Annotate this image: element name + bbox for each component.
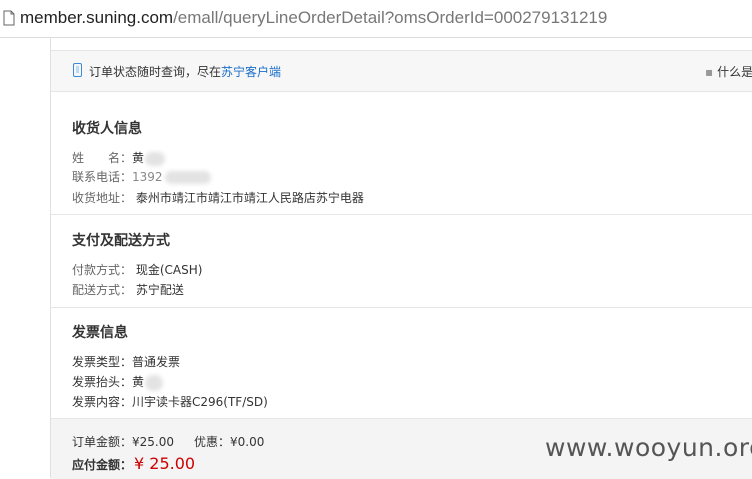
watermark: www.wooyun.org — [545, 433, 752, 462]
bullet-icon: ▪ — [705, 65, 714, 79]
redacted-header-blur — [145, 374, 164, 391]
consignee-address-row: 收货地址： 泰州市靖江市靖江市靖江人民路店苏宁电器 — [72, 189, 364, 206]
pay-value: 现金(CASH) — [135, 263, 203, 277]
delivery-method-row: 配送方式： 苏宁配送 — [72, 281, 184, 298]
order-amount-row: 订单金额：¥25.00 优惠：¥0.00 — [72, 433, 264, 450]
notice-text: 订单状态随时查询，尽在苏宁客户端 — [89, 63, 281, 80]
name-value: 黄 — [132, 151, 145, 165]
pay-label: 付款方式： — [72, 263, 133, 277]
payment-section-title: 支付及配送方式 — [72, 233, 170, 249]
what-is-text: 什么是 — [717, 65, 752, 79]
redacted-phone-blur — [164, 171, 211, 184]
discount-value: ¥0.00 — [230, 435, 265, 449]
phone-value: 1392 — [132, 170, 163, 184]
order-amount-value: ¥25.00 — [132, 435, 175, 449]
ship-label: 配送方式： — [72, 283, 133, 297]
payment-method-row: 付款方式： 现金(CASH) — [72, 261, 202, 278]
top-strip — [51, 38, 752, 51]
what-is-link[interactable]: ▪ 什么是 — [705, 63, 752, 80]
invoice-content-row: 发票内容：川宇读卡器C296(TF/SD) — [72, 393, 268, 410]
url-text[interactable]: member.suning.com/emall/queryLineOrderDe… — [20, 8, 607, 28]
divider — [51, 307, 752, 308]
consignee-name-row: 姓 名：黄 — [72, 149, 166, 166]
invoice-section-title: 发票信息 — [72, 325, 128, 341]
ship-value: 苏宁配送 — [135, 283, 184, 297]
invoice-type-row: 发票类型：普通发票 — [72, 353, 180, 370]
invoice-content-label: 发票内容： — [72, 395, 133, 409]
consignee-section-title: 收货人信息 — [72, 121, 142, 137]
invoice-type-value: 普通发票 — [132, 355, 181, 369]
invoice-header-row: 发票抬头：黄 — [72, 373, 164, 391]
order-detail-panel: 订单状态随时查询，尽在苏宁客户端 ▪ 什么是 收货人信息 姓 名：黄 联系电话：1… — [50, 38, 752, 479]
order-amount-label: 订单金额： — [72, 435, 133, 449]
redacted-name-blur — [145, 151, 166, 166]
client-notice-bar: 订单状态随时查询，尽在苏宁客户端 ▪ 什么是 — [51, 51, 752, 92]
consignee-phone-row: 联系电话：1392 — [72, 168, 211, 185]
discount-label: 优惠： — [194, 435, 231, 449]
url-host: member.suning.com — [20, 8, 174, 27]
suning-client-link[interactable]: 苏宁客户端 — [221, 65, 281, 79]
invoice-type-label: 发票类型： — [72, 355, 133, 369]
payable-value: ¥ 25.00 — [134, 454, 196, 473]
phone-label: 联系电话： — [72, 170, 133, 184]
invoice-content-value: 川宇读卡器C296(TF/SD) — [132, 395, 268, 409]
address-bar[interactable]: member.suning.com/emall/queryLineOrderDe… — [0, 0, 752, 38]
notice-message: 订单状态随时查询，尽在 — [89, 65, 222, 79]
invoice-header-label: 发票抬头： — [72, 375, 133, 389]
payable-amount-row: 应付金额： ¥ 25.00 — [72, 454, 195, 473]
page-icon — [3, 10, 15, 26]
name-label: 姓 名： — [72, 151, 133, 165]
address-value: 泰州市靖江市靖江市靖江人民路店苏宁电器 — [135, 191, 364, 205]
payable-label: 应付金额： — [72, 458, 133, 472]
divider — [51, 214, 752, 215]
invoice-header-value: 黄 — [132, 375, 145, 389]
mobile-phone-icon — [73, 63, 82, 77]
url-path: /emall/queryLineOrderDetail?omsOrderId=0… — [173, 8, 608, 27]
address-label: 收货地址： — [72, 191, 133, 205]
